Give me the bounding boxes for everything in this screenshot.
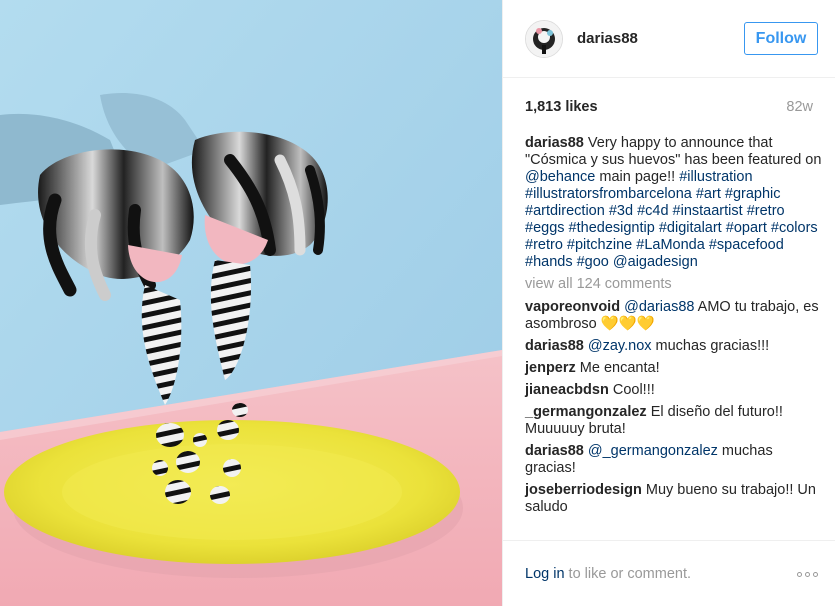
hashtag-link[interactable]: #pitchzine — [567, 237, 632, 253]
comment-item: vaporeonvoid @darias88 AMO tu trabajo, e… — [525, 299, 825, 333]
hashtag-link[interactable]: #art — [696, 186, 721, 202]
likes-count[interactable]: 1,813 likes — [525, 99, 598, 115]
hashtag-link[interactable]: #LaMonda — [636, 237, 705, 253]
caption-username[interactable]: darias88 — [525, 135, 584, 151]
comment-text: main page!! — [595, 169, 680, 185]
hashtag-link[interactable]: #graphic — [725, 186, 781, 202]
hashtag-link[interactable]: #artdirection — [525, 203, 605, 219]
hashtag-link[interactable]: #3d — [609, 203, 633, 219]
hashtag-link[interactable]: #instaartist — [673, 203, 743, 219]
hashtag-link[interactable]: #colors — [771, 220, 818, 236]
hashtag-link[interactable]: #c4d — [637, 203, 668, 219]
comment-item: jenperz Me encanta! — [525, 360, 825, 377]
comment-text: Me encanta! — [579, 360, 660, 376]
comment-items: vaporeonvoid @darias88 AMO tu trabajo, e… — [525, 299, 825, 516]
avatar-image — [526, 20, 562, 57]
post-stats: 1,813 likes 82w — [525, 96, 813, 118]
artwork-illustration — [0, 0, 502, 606]
post-sidebar: darias88 Follow 1,813 likes 82w darias88… — [502, 0, 835, 606]
comment-username[interactable]: _germangonzalez — [525, 404, 647, 420]
mention-link[interactable]: @zay.nox — [588, 338, 652, 354]
hashtag-link[interactable]: #eggs — [525, 220, 565, 236]
mention-link[interactable]: @behance — [525, 169, 595, 185]
comment-username[interactable]: darias88 — [525, 443, 584, 459]
login-link[interactable]: Log in — [525, 566, 565, 582]
caption-text: Very happy to announce that "Cósmica y s… — [525, 135, 821, 270]
mention-link[interactable]: @darias88 — [624, 299, 694, 315]
comment-item: jianeacbdsn Cool!!! — [525, 382, 825, 399]
comment-username[interactable]: darias88 — [525, 338, 584, 354]
post-time: 82w — [786, 99, 813, 115]
post-image[interactable] — [0, 0, 502, 606]
post-header: darias88 Follow — [503, 0, 835, 78]
comment-text: Cool!!! — [612, 382, 655, 398]
avatar[interactable] — [525, 19, 563, 58]
hashtag-link[interactable]: #illustration — [679, 169, 752, 185]
comment-username[interactable]: joseberriodesign — [525, 482, 642, 498]
comment-item: darias88 @zay.nox muchas gracias!!! — [525, 338, 825, 355]
hashtag-link[interactable]: #thedesigntip — [569, 220, 655, 236]
login-prompt-text: to like or comment. — [564, 565, 692, 582]
more-options-icon[interactable] — [797, 572, 818, 577]
caption: darias88 Very happy to announce that "Có… — [525, 135, 825, 271]
hashtag-link[interactable]: #illustratorsfrombarcelona — [525, 186, 692, 202]
hashtag-link[interactable]: #retro — [525, 237, 563, 253]
hashtag-link[interactable]: #digitalart — [659, 220, 722, 236]
comment-item: darias88 @_germangonzalez muchas gracias… — [525, 443, 825, 477]
instagram-post: darias88 Follow 1,813 likes 82w darias88… — [0, 0, 835, 606]
comment-username[interactable]: vaporeonvoid — [525, 299, 620, 315]
mention-link[interactable]: @_germangonzalez — [588, 443, 718, 459]
username-header[interactable]: darias88 — [577, 30, 638, 47]
hashtag-link[interactable]: #spacefood — [709, 237, 784, 253]
hashtag-link[interactable]: #retro — [747, 203, 785, 219]
mention-link[interactable]: @aigadesign — [613, 254, 698, 270]
comments-list: darias88 Very happy to announce that "Có… — [525, 135, 825, 521]
view-all-comments-link[interactable]: view all 124 comments — [525, 276, 825, 293]
hashtag-link[interactable]: #goo — [577, 254, 609, 270]
hashtag-link[interactable]: #hands — [525, 254, 573, 270]
comment-item: _germangonzalez El diseño del futuro!! M… — [525, 404, 825, 438]
comment-username[interactable]: jianeacbdsn — [525, 382, 609, 398]
comment-username[interactable]: jenperz — [525, 360, 576, 376]
post-footer: Log in to like or comment. — [503, 540, 835, 606]
hashtag-link[interactable]: #opart — [726, 220, 767, 236]
follow-button[interactable]: Follow — [744, 22, 818, 55]
comment-text: muchas gracias!!! — [651, 338, 770, 354]
comment-item: joseberriodesign Muy bueno su trabajo!! … — [525, 482, 825, 516]
